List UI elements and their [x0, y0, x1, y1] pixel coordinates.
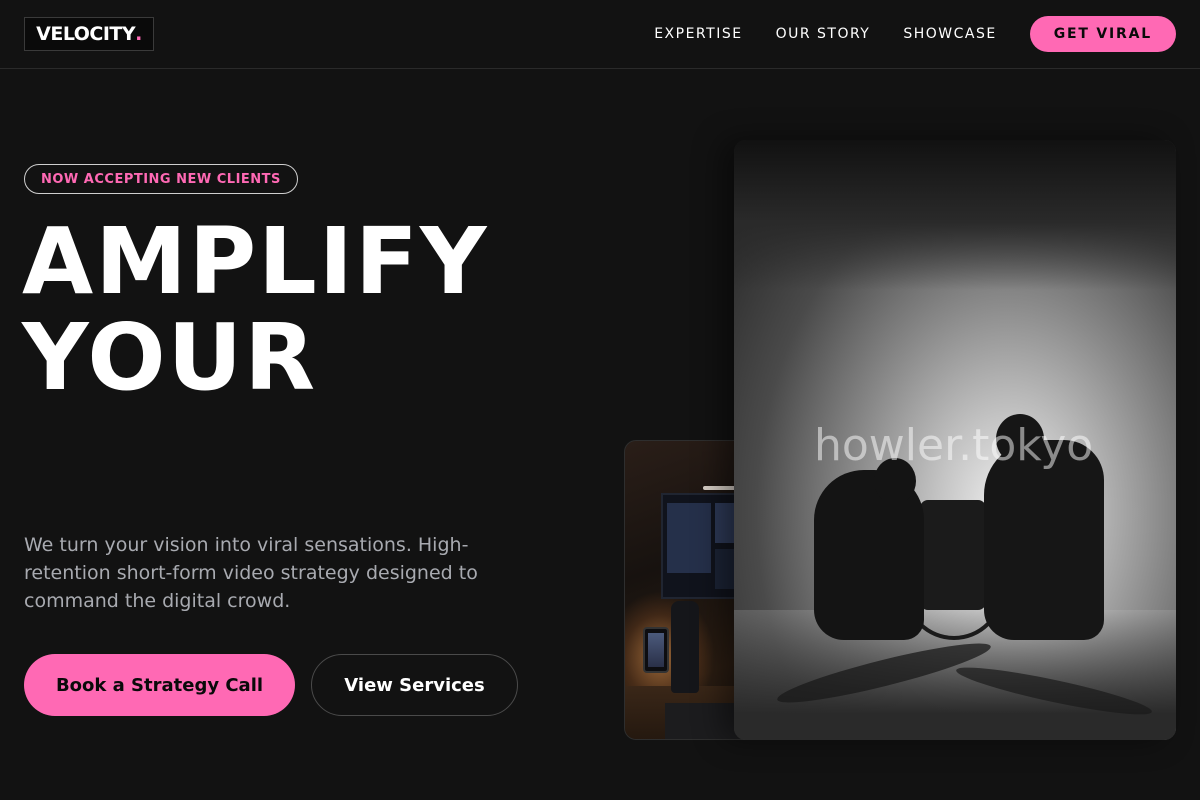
logo[interactable]: VELOCITY. — [24, 17, 154, 51]
film-crew-image: howler.tokyo — [734, 140, 1176, 740]
image-watermark: howler.tokyo — [814, 420, 1094, 471]
logo-dot: . — [135, 23, 142, 45]
logo-text: VELOCITY — [36, 23, 136, 45]
nav-link-our-story[interactable]: OUR STORY — [776, 26, 871, 42]
bottle-shape — [671, 601, 699, 693]
hero-description: We turn your vision into viral sensation… — [24, 534, 478, 612]
phone-shape — [643, 627, 669, 673]
nav-link-expertise[interactable]: EXPERTISE — [654, 26, 742, 42]
hero-headline: AMPLIFY YOUR — [22, 214, 642, 406]
camera-rig-shape — [920, 500, 986, 610]
headline-line-2: YOUR — [22, 304, 318, 411]
site-header: VELOCITY. EXPERTISE OUR STORY SHOWCASE G… — [0, 0, 1200, 69]
headline-line-1: AMPLIFY — [22, 208, 489, 315]
main-nav: EXPERTISE OUR STORY SHOWCASE GET VIRAL — [654, 16, 1176, 52]
get-viral-button[interactable]: GET VIRAL — [1029, 16, 1176, 52]
status-badge: NOW ACCEPTING NEW CLIENTS — [24, 164, 298, 194]
nav-link-showcase[interactable]: SHOWCASE — [903, 26, 996, 42]
book-strategy-call-button[interactable]: Book a Strategy Call — [24, 654, 295, 716]
view-services-button[interactable]: View Services — [311, 654, 518, 716]
